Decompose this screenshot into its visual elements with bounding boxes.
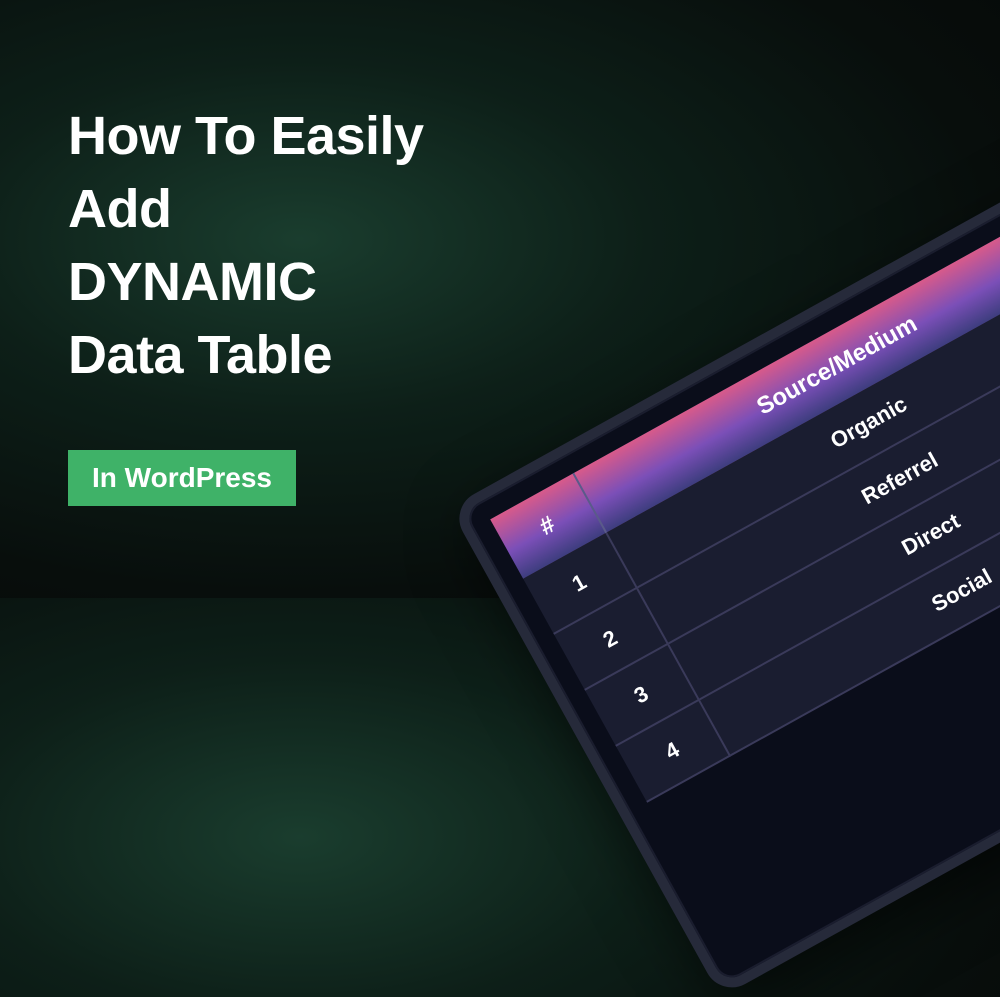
tablet-mockup: # Source/Medium 1 Organic 2 Referrel 3 D… <box>449 159 1000 997</box>
tablet-screen: # Source/Medium 1 Organic 2 Referrel 3 D… <box>490 199 1000 956</box>
headline-line-3: DYNAMIC <box>68 246 424 319</box>
headline-line-1: How To Easily <box>68 100 424 173</box>
headline: How To Easily Add DYNAMIC Data Table <box>68 100 424 392</box>
headline-line-2: Add <box>68 173 424 246</box>
data-table: # Source/Medium 1 Organic 2 Referrel 3 D… <box>490 199 1000 802</box>
badge-label: In WordPress <box>92 462 272 493</box>
platform-badge: In WordPress <box>68 450 296 506</box>
headline-line-4: Data Table <box>68 319 424 392</box>
